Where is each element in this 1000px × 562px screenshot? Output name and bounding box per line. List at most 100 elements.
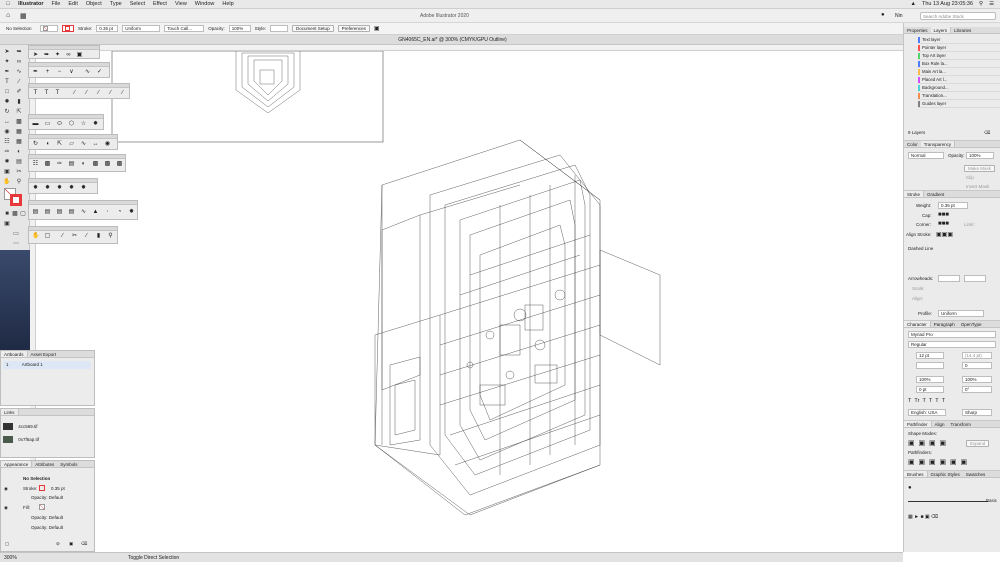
tab-align[interactable]: Align <box>932 421 948 427</box>
stroke-profile-select[interactable]: Uniform <box>122 25 161 32</box>
flyout-header[interactable] <box>29 84 129 88</box>
eyedropper-tool-icon[interactable]: ✑ <box>3 148 11 156</box>
measure-icon[interactable]: ▤ <box>68 161 75 168</box>
paintbrush-tool-icon[interactable]: ✐ <box>15 88 23 96</box>
eye-icon[interactable]: ◉ <box>4 486 8 492</box>
fill-swatch[interactable] <box>40 25 58 32</box>
group-selection-icon[interactable]: ➥ <box>43 52 50 59</box>
dashed-line-checkbox[interactable]: Dashed Line <box>908 246 933 251</box>
opacity-field[interactable]: 100% <box>228 25 251 32</box>
duplicate-icon[interactable]: ▣ <box>69 541 73 547</box>
font-size-field[interactable]: 12 pt <box>916 352 944 359</box>
delete-anchor-icon[interactable]: − <box>56 69 63 76</box>
stroke-box[interactable] <box>10 194 22 206</box>
layer-row[interactable]: Pointer layer <box>918 44 1000 52</box>
mesh-tool-icon[interactable]: ☷ <box>3 138 11 146</box>
stroke-weight-field[interactable]: 0.35 pt <box>96 25 119 32</box>
gradient-mode-icon[interactable]: ▩ <box>11 210 19 218</box>
pathfinder-buttons[interactable]: ▣ ▣ ▣ ▣ ▣ ▣ <box>908 458 967 466</box>
rectangle-tool-icon[interactable]: □ <box>3 88 11 96</box>
rounded-rectangle-icon[interactable]: ▭ <box>44 121 51 128</box>
apple-icon[interactable]:  <box>6 1 10 7</box>
text-style-buttons[interactable]: T Tr T T T T <box>908 398 945 404</box>
home-icon[interactable]: ⌂ <box>6 12 10 19</box>
curvature-tool-icon[interactable]: ∿ <box>15 68 23 76</box>
tab-character[interactable]: Character <box>904 321 931 327</box>
tab-color[interactable]: Color <box>904 141 921 147</box>
layer-row[interactable]: Top Art layer <box>918 52 1000 60</box>
add-anchor-icon[interactable]: + <box>44 69 51 76</box>
shape-mode-buttons[interactable]: ▣ ▣ ▣ ▣ <box>908 439 946 447</box>
blend-mode-select[interactable]: Normal <box>908 152 944 159</box>
align-stroke-icons[interactable]: ▣▣▣ <box>936 231 953 238</box>
menu-help[interactable]: Help <box>222 1 233 7</box>
gradient-icon[interactable]: ▩ <box>44 161 51 168</box>
polygon-icon[interactable]: ⬡ <box>68 121 75 128</box>
brush-library-icons[interactable]: ▦ ► ■ ▣ ⌫ <box>908 514 938 520</box>
more-tools-icon[interactable]: ⋯ <box>12 240 20 248</box>
lightbulb-icon[interactable]: ● <box>881 12 885 18</box>
clip-checkbox[interactable]: Clip <box>966 175 974 180</box>
link-row[interactable]: 0x7f6ap.tif <box>3 435 91 444</box>
type-icon[interactable]: T <box>32 90 39 97</box>
tab-attributes[interactable]: Attributes <box>32 461 57 467</box>
flyout-header[interactable] <box>29 46 99 50</box>
tracking-field[interactable]: 0 <box>962 362 992 369</box>
invert-mask-checkbox[interactable]: Invert Mask <box>966 184 989 189</box>
font-family-select[interactable]: Myriad Pro <box>908 331 996 338</box>
font-style-select[interactable]: Regular <box>908 341 996 348</box>
tab-transform[interactable]: Transform <box>948 421 974 427</box>
width-icon[interactable]: ↔ <box>92 141 99 148</box>
menu-view[interactable]: View <box>175 1 187 7</box>
layer-row[interactable]: Background... <box>918 84 1000 92</box>
scale-tool-icon[interactable]: ⇱ <box>15 108 23 116</box>
transparency-opacity-field[interactable]: 100% <box>966 152 994 159</box>
appearance-opacity-2[interactable]: Opacity: Default <box>31 515 63 520</box>
hand-icon[interactable]: ✋ <box>32 233 39 240</box>
selection-tool-icon[interactable]: ➤ <box>3 48 11 56</box>
arrowhead-end-select[interactable] <box>964 275 986 282</box>
rotate-icon[interactable]: ↻ <box>32 141 39 148</box>
flare-icon[interactable]: ✸ <box>92 121 99 128</box>
artboard-icon[interactable]: ▣ <box>76 52 83 59</box>
layer-row[interactable]: Placed Art l... <box>918 76 1000 84</box>
print-tiling-icon[interactable]: ▢ <box>44 233 51 240</box>
appearance-opacity-1[interactable]: Opacity: Default <box>31 495 63 500</box>
zoom-icon[interactable]: ⚲ <box>107 233 114 240</box>
mesh-icon[interactable]: ☷ <box>32 161 39 168</box>
menu-icon[interactable]: ☰ <box>989 1 994 7</box>
area-type-icon[interactable]: T <box>43 90 50 97</box>
rectangle-icon[interactable]: ▬ <box>32 121 39 128</box>
tab-layers[interactable]: Layers <box>930 27 952 33</box>
zoom-level[interactable]: 300% <box>4 555 17 561</box>
menu-select[interactable]: Select <box>130 1 145 7</box>
reshape-icon[interactable]: ∿ <box>80 141 87 148</box>
warp-icon[interactable]: ◉ <box>104 141 111 148</box>
tab-libraries[interactable]: Libraries <box>951 27 974 33</box>
tab-appearance[interactable]: Appearance <box>1 461 33 467</box>
color-mode-icon[interactable]: ■ <box>3 210 11 218</box>
antialiasing-select[interactable]: Sharp <box>962 409 992 416</box>
flyout-header[interactable] <box>29 135 117 139</box>
clock[interactable]: Thu 13 Aug 23:05:36 <box>922 1 973 7</box>
column-graph-icon[interactable]: ▤ <box>32 209 39 216</box>
search-icon[interactable]: ⚲ <box>979 1 983 7</box>
line-tool-icon[interactable]: ∕ <box>15 78 23 86</box>
eraser-icon[interactable]: ▮ <box>95 233 102 240</box>
layer-row[interactable]: Box Rule la... <box>918 60 1000 68</box>
tab-artboards[interactable]: Artboards <box>1 351 28 357</box>
menu-window[interactable]: Window <box>195 1 215 7</box>
stroke-weight-input[interactable]: 0.35 pt <box>938 202 968 209</box>
slice-icon[interactable]: ∕ <box>59 233 66 240</box>
trash-icon[interactable]: ⌫ <box>81 541 87 547</box>
expand-button[interactable]: Expand <box>966 440 990 447</box>
scatter-graph-icon[interactable]: ⋅ <box>104 209 111 216</box>
stroke-swatch[interactable] <box>62 25 74 32</box>
reflect-icon[interactable]: ◖ <box>44 141 51 148</box>
type-tool-icon[interactable]: T <box>3 78 11 86</box>
symbol-icon[interactable]: ▩ <box>116 161 123 168</box>
spiral-icon[interactable]: ∕ <box>95 90 102 97</box>
grid-icon[interactable]: ∕ <box>107 90 114 97</box>
pie-graph-icon[interactable]: ◔ <box>116 209 123 216</box>
flyout-header[interactable] <box>29 201 137 205</box>
